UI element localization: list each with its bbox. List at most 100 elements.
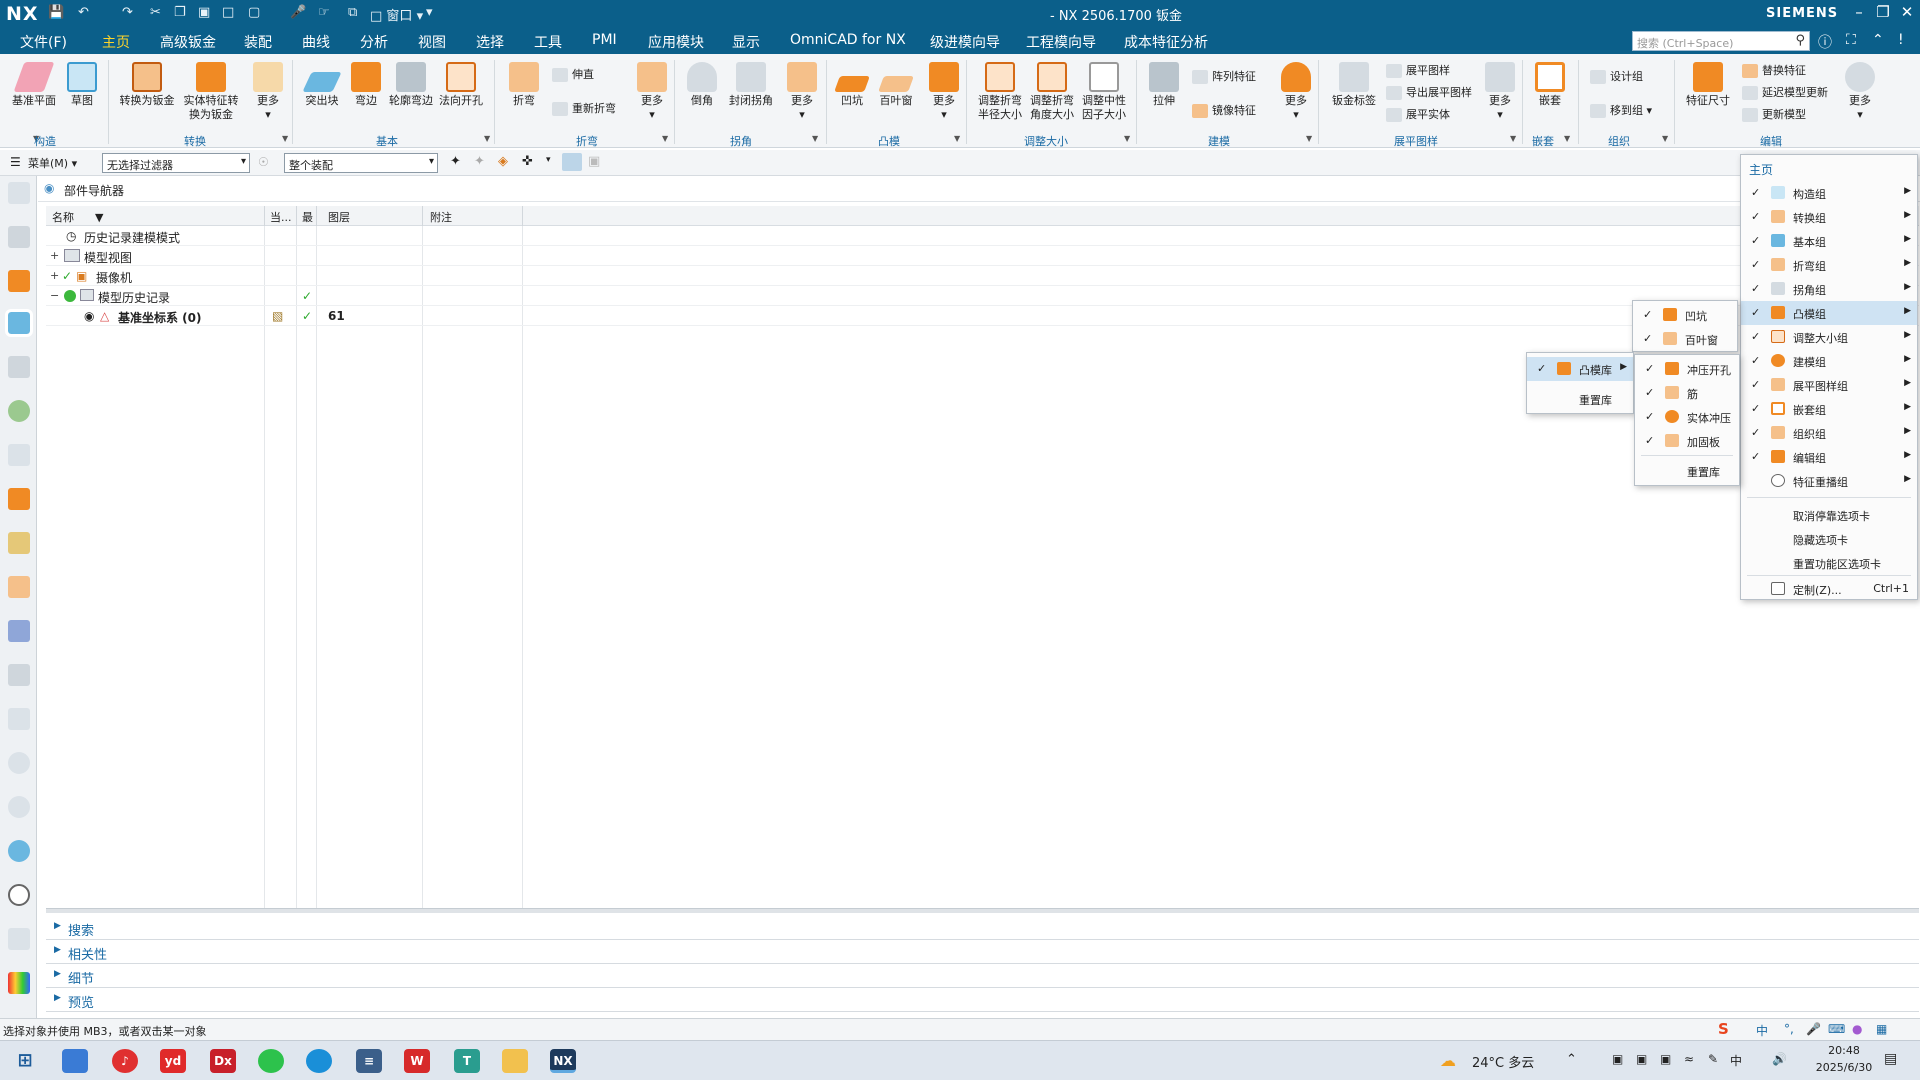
part-navigator-icon[interactable] bbox=[5, 309, 33, 337]
menu-item-solid-punch[interactable]: ✓ 实体冲压 bbox=[1635, 405, 1739, 429]
menu-button[interactable]: 菜单(M) ▾ bbox=[28, 155, 77, 171]
tools-icon[interactable] bbox=[8, 928, 30, 950]
nest-button[interactable]: 嵌套 bbox=[1528, 62, 1572, 108]
move-to-group-button[interactable]: 移到组 ▾ bbox=[1590, 102, 1652, 118]
basic-dropdown-icon[interactable]: ▼ bbox=[484, 134, 490, 143]
wechat-icon[interactable] bbox=[258, 1049, 284, 1073]
contour-flange-button[interactable]: 轮廓弯边 bbox=[386, 62, 436, 108]
tree-row-model-views[interactable]: + 模型视图 bbox=[46, 246, 1919, 266]
resize-k-factor-button[interactable]: 调整中性 因子大小 bbox=[1078, 62, 1130, 122]
panel-preview[interactable]: ▶ 预览 bbox=[46, 988, 1919, 1012]
fullscreen-icon[interactable]: ⛶ bbox=[1846, 32, 1856, 48]
punctuation-icon[interactable]: °, bbox=[1784, 1022, 1794, 1036]
column-current[interactable]: 当... bbox=[270, 209, 292, 225]
closed-corner-button[interactable]: 封闭拐角 bbox=[726, 62, 776, 108]
column-layer[interactable]: 图层 bbox=[328, 209, 350, 225]
weather-icon[interactable]: ☁ bbox=[1440, 1051, 1456, 1070]
type-filter-select[interactable]: 无选择过滤器 ▾ bbox=[102, 153, 250, 173]
tab-progressive-die[interactable]: 级进模向导 bbox=[930, 32, 1000, 52]
feature-dimension-button[interactable]: 特征尺寸 bbox=[1682, 62, 1734, 108]
clock-time[interactable]: 20:48 bbox=[1812, 1044, 1876, 1057]
tab-assembly[interactable]: 装配 bbox=[244, 32, 272, 52]
point-snap-icon[interactable]: ✜ bbox=[522, 154, 533, 169]
sogou-ime-icon[interactable]: S bbox=[1718, 1020, 1729, 1038]
menu-item-reset-library[interactable]: 重置库 bbox=[1635, 459, 1739, 483]
tab-advanced-sheet-metal[interactable]: 高级钣金 bbox=[160, 32, 216, 52]
sm-tag-button[interactable]: 钣金标签 bbox=[1326, 62, 1382, 108]
tray-overflow-icon[interactable]: ⌃ bbox=[1566, 1052, 1577, 1067]
ime-mode[interactable]: 中 bbox=[1756, 1022, 1768, 1039]
corner-more-button[interactable]: 更多 ▾ bbox=[782, 62, 822, 122]
constraint-navigator-icon[interactable] bbox=[8, 270, 30, 292]
youdao-icon[interactable]: yd bbox=[160, 1049, 186, 1073]
tray-app-icon[interactable]: ▣ bbox=[1660, 1052, 1671, 1066]
tab-view[interactable]: 视图 bbox=[418, 32, 446, 52]
column-divider[interactable] bbox=[316, 206, 317, 226]
tab-pmi[interactable]: PMI bbox=[592, 32, 617, 48]
assembly-navigator-icon[interactable] bbox=[8, 226, 30, 248]
help-icon[interactable]: ⓘ bbox=[1818, 32, 1832, 52]
voice-icon[interactable]: 🎤 bbox=[1806, 1022, 1821, 1036]
window-switch-icon[interactable]: ⧉ bbox=[348, 5, 357, 20]
view-manager-icon[interactable] bbox=[8, 400, 30, 422]
tab-home[interactable]: 主页 bbox=[98, 32, 134, 58]
manufacturing-wizard-icon[interactable] bbox=[8, 664, 30, 686]
collapse-icon[interactable]: − bbox=[50, 289, 59, 302]
ime-tray[interactable]: 中 bbox=[1730, 1052, 1742, 1069]
file-menu[interactable]: 文件(F) bbox=[20, 32, 67, 52]
menu-item-bead[interactable]: ✓ 筋 bbox=[1635, 381, 1739, 405]
command-search-input[interactable]: 搜索 (Ctrl+Space) ⚲ bbox=[1632, 31, 1810, 51]
file-explorer-icon[interactable] bbox=[502, 1049, 528, 1073]
tab-omnicad[interactable]: OmniCAD for NX bbox=[790, 32, 906, 48]
convert-more-button[interactable]: 更多 ▾ bbox=[248, 62, 288, 122]
dx-app-icon[interactable]: Dx bbox=[210, 1049, 236, 1073]
menu-item-reset-ribbon[interactable]: 重置功能区选项卡 bbox=[1741, 551, 1917, 575]
gear-icon[interactable] bbox=[8, 182, 30, 204]
tab-engineering-die[interactable]: 工程模向导 bbox=[1026, 32, 1096, 52]
explorer-app-icon[interactable] bbox=[62, 1049, 88, 1073]
close-button[interactable]: ✕ bbox=[1894, 3, 1920, 21]
customize-qa-icon[interactable]: ▾ bbox=[426, 5, 433, 20]
tab-select[interactable]: 选择 bbox=[476, 32, 504, 52]
menu-item-punch-hole[interactable]: ✓ 冲压开孔 bbox=[1635, 357, 1739, 381]
tree-row-history-mode[interactable]: ◷ 历史记录建模模式 bbox=[46, 226, 1919, 246]
touch-icon[interactable]: ☞ bbox=[318, 5, 330, 20]
hamburger-icon[interactable]: ☰ bbox=[10, 155, 21, 169]
column-divider[interactable] bbox=[522, 206, 523, 226]
chamfer-button[interactable]: 倒角 bbox=[680, 62, 724, 108]
web-browser-icon[interactable] bbox=[8, 488, 30, 510]
column-notes[interactable]: 附注 bbox=[430, 209, 452, 225]
skin-icon[interactable]: ● bbox=[1852, 1022, 1862, 1036]
menu-item-gusset[interactable]: ✓ 加固板 bbox=[1635, 429, 1739, 453]
resize-bend-radius-button[interactable]: 调整折弯 半径大小 bbox=[974, 62, 1026, 122]
view-icon[interactable]: ▢ bbox=[248, 5, 260, 20]
snap-off-icon[interactable]: ✦ bbox=[474, 154, 485, 169]
clock-icon[interactable] bbox=[8, 884, 30, 906]
mirror-feature-button[interactable]: 镜像特征 bbox=[1192, 102, 1256, 118]
system-materials-icon[interactable] bbox=[8, 576, 30, 598]
flange-button[interactable]: 弯边 bbox=[346, 62, 386, 108]
update-model-button[interactable]: 更新模型 bbox=[1742, 106, 1806, 122]
delay-update-button[interactable]: 延迟模型更新 bbox=[1742, 84, 1828, 100]
notification-center-icon[interactable]: ▤ bbox=[1884, 1051, 1897, 1067]
nest-dropdown-icon[interactable]: ▼ bbox=[1564, 134, 1570, 143]
menu-item-modeling-group[interactable]: ✓ 建模组 ▶ bbox=[1741, 349, 1917, 373]
pen-icon[interactable]: ✎ bbox=[1708, 1052, 1718, 1066]
normal-cutout-button[interactable]: 法向开孔 bbox=[436, 62, 486, 108]
hd3d-icon[interactable] bbox=[8, 444, 30, 466]
resize-bend-angle-button[interactable]: 调整折弯 角度大小 bbox=[1026, 62, 1078, 122]
datum-plane-button[interactable]: 基准平面 bbox=[8, 62, 60, 108]
menu-item-louver[interactable]: ✓ 百叶窗 bbox=[1633, 327, 1737, 351]
column-divider[interactable] bbox=[422, 206, 423, 226]
panel-dependencies[interactable]: ▶ 相关性 bbox=[46, 940, 1919, 964]
tab-display[interactable]: 显示 bbox=[732, 32, 760, 52]
flat-solid-button[interactable]: 展平实体 bbox=[1386, 106, 1450, 122]
menu-item-construct-group[interactable]: ✓ 构造组 ▶ bbox=[1741, 181, 1917, 205]
panel-search[interactable]: ▶ 搜索 bbox=[46, 916, 1919, 940]
menu-item-nest-group[interactable]: ✓ 嵌套组 ▶ bbox=[1741, 397, 1917, 421]
process-studio-icon[interactable] bbox=[8, 620, 30, 642]
menu-item-fold-group[interactable]: ✓ 折弯组 ▶ bbox=[1741, 253, 1917, 277]
nx-taskbar-icon[interactable]: NX bbox=[550, 1049, 576, 1073]
info-icon[interactable] bbox=[8, 796, 30, 818]
window-menu[interactable]: □ 窗口 ▾ bbox=[370, 5, 423, 24]
